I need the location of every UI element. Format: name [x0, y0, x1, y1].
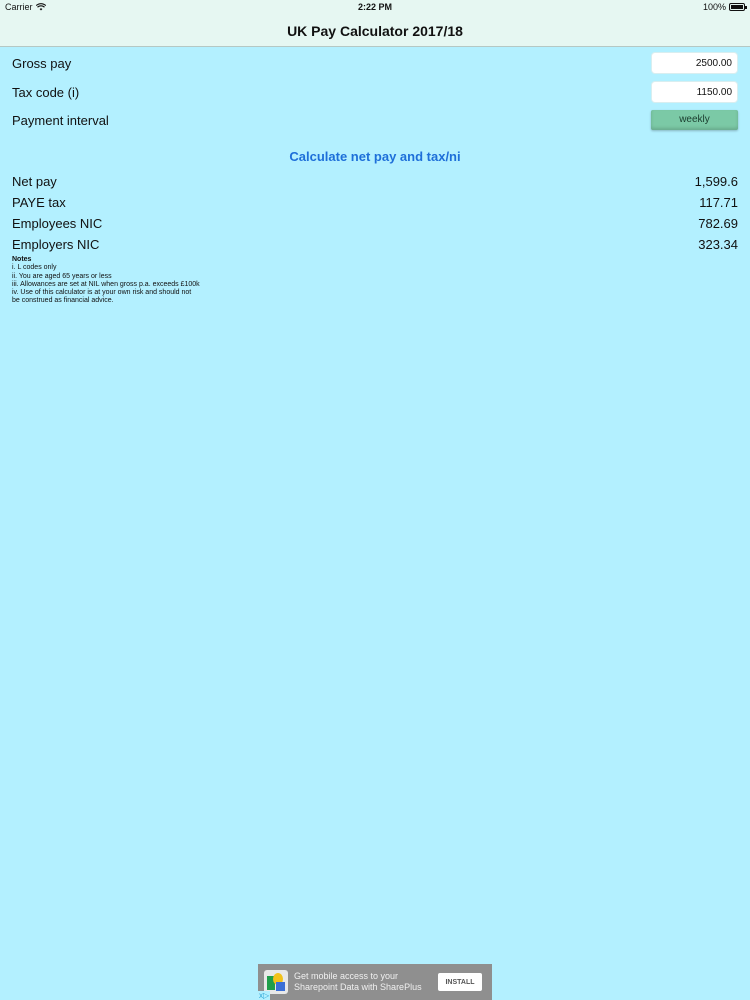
paye-tax-label: PAYE tax — [12, 194, 66, 210]
gross-pay-label: Gross pay — [12, 55, 72, 71]
ad-banner[interactable]: Get mobile access to your Sharepoint Dat… — [258, 964, 492, 1000]
calculate-button[interactable]: Calculate net pay and tax/ni — [0, 149, 750, 164]
gross-pay-row: Gross pay 2500.00 — [12, 52, 738, 74]
employers-nic-value: 323.34 — [698, 236, 738, 252]
note-line: i. L codes only — [12, 264, 57, 272]
employers-nic-label: Employers NIC — [12, 236, 100, 252]
notes-section: Notes i. L codes only ii. You are aged 6… — [12, 256, 252, 306]
payment-interval-row: Payment interval weekly — [12, 109, 738, 131]
result-row-employees-nic: Employees NIC 782.69 — [12, 214, 738, 232]
ad-text: Get mobile access to your Sharepoint Dat… — [294, 971, 434, 993]
note-line: be construed as financial advice. — [12, 297, 114, 305]
clock: 2:22 PM — [357, 2, 392, 12]
battery-icon — [729, 3, 747, 11]
battery-indicator: 100% — [702, 2, 747, 12]
tax-code-input[interactable]: 1150.00 — [651, 81, 738, 103]
payment-interval-picker[interactable]: weekly — [651, 110, 738, 130]
ad-text-line: Get mobile access to your — [294, 971, 399, 981]
net-pay-value: 1,599.6 — [694, 173, 738, 189]
ad-choices-icon[interactable]: x▷ — [258, 991, 271, 1000]
tax-code-label: Tax code (i) — [12, 84, 80, 100]
note-line: iv. Use of this calculator is at your ow… — [12, 289, 192, 297]
gross-pay-input[interactable]: 2500.00 — [651, 52, 738, 74]
net-pay-label: Net pay — [12, 173, 57, 189]
result-row-net-pay: Net pay 1,599.6 — [12, 172, 738, 190]
note-line: ii. You are aged 65 years or less — [12, 272, 112, 280]
status-bar: Carrier 2:22 PM 100% — [0, 0, 750, 16]
payment-interval-label: Payment interval — [12, 112, 109, 128]
employees-nic-label: Employees NIC — [12, 215, 103, 231]
ad-install-button[interactable]: INSTALL — [438, 973, 482, 991]
tax-code-row: Tax code (i) 1150.00 — [12, 81, 738, 103]
battery-percent: 100% — [702, 2, 726, 12]
result-row-paye-tax: PAYE tax 117.71 — [12, 193, 738, 211]
notes-title: Notes — [12, 256, 32, 263]
page-title: UK Pay Calculator 2017/18 — [287, 23, 463, 39]
ad-text-line: Sharepoint Data with SharePlus — [294, 982, 422, 992]
navigation-bar: UK Pay Calculator 2017/18 — [0, 16, 750, 47]
paye-tax-value: 117.71 — [699, 194, 738, 210]
result-row-employers-nic: Employers NIC 323.34 — [12, 235, 738, 253]
employees-nic-value: 782.69 — [698, 215, 738, 231]
note-line: iii. Allowances are set at NIL when gros… — [12, 280, 200, 288]
